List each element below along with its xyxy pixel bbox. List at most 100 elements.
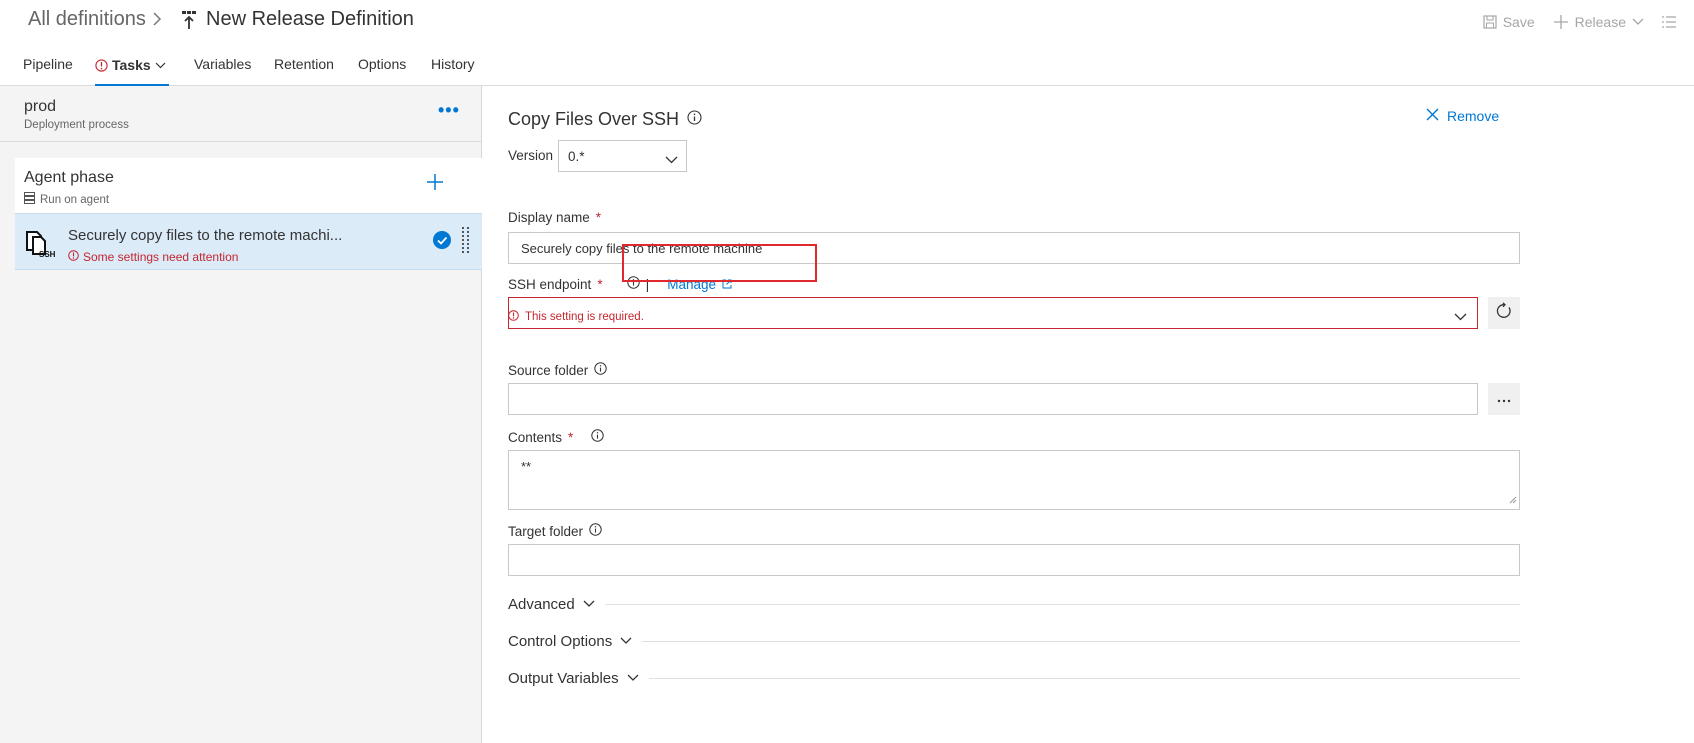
ssh-endpoint-select[interactable] — [508, 297, 1478, 329]
tab-pipeline[interactable]: Pipeline — [23, 56, 73, 86]
release-definition-icon — [180, 10, 198, 30]
refresh-button[interactable] — [1488, 297, 1520, 329]
chevron-down-icon — [627, 674, 639, 682]
tab-bar: Pipeline Tasks Variables Retention Optio… — [0, 44, 1694, 86]
tab-tasks[interactable]: Tasks — [95, 56, 169, 86]
drag-handle-icon[interactable] — [462, 227, 470, 257]
highlight-box — [622, 244, 817, 282]
contents-textarea[interactable]: ** — [508, 450, 1520, 510]
plus-icon — [1553, 14, 1569, 30]
remove-button[interactable]: Remove — [1426, 108, 1499, 124]
save-button[interactable]: Save — [1483, 14, 1535, 30]
required-marker: * — [568, 429, 574, 445]
task-warning-text: Some settings need attention — [83, 250, 239, 264]
stage-name: prod — [24, 98, 57, 115]
section-output-variables[interactable]: Output Variables — [508, 668, 1520, 688]
task-warning: Some settings need attention — [68, 250, 238, 264]
section-control-options[interactable]: Control Options — [508, 631, 1520, 651]
source-folder-input[interactable] — [508, 383, 1478, 415]
target-folder-label-text: Target folder — [508, 523, 584, 539]
section-control-options-label: Control Options — [508, 632, 613, 650]
ssh-copy-icon: SSH — [25, 228, 57, 259]
release-label: Release — [1574, 14, 1626, 30]
tab-pipeline-label: Pipeline — [23, 56, 73, 72]
source-folder-label-text: Source folder — [508, 362, 589, 378]
chevron-down-icon — [155, 56, 166, 72]
tab-variables[interactable]: Variables — [194, 56, 251, 86]
version-label: Version — [508, 148, 554, 163]
tab-variables-label: Variables — [194, 56, 252, 72]
contents-label-row: Contents * — [508, 429, 605, 445]
stage-subtitle: Deployment process — [24, 119, 129, 131]
breadcrumb-separator — [152, 10, 162, 31]
target-folder-label: Target folder — [508, 523, 602, 539]
error-text: This setting is required. — [525, 311, 644, 323]
stage-header[interactable]: prod Deployment process ••• — [0, 86, 481, 142]
task-title: Copy Files Over SSH — [508, 109, 702, 130]
section-output-variables-label: Output Variables — [508, 669, 619, 687]
list-icon — [1662, 16, 1676, 28]
ssh-endpoint-error: This setting is required. — [508, 310, 644, 324]
target-folder-input[interactable] — [508, 544, 1520, 576]
tab-options-label: Options — [358, 56, 407, 72]
tab-retention[interactable]: Retention — [274, 56, 334, 86]
chevron-down-icon — [665, 152, 678, 167]
resize-grip-icon[interactable] — [1509, 492, 1517, 507]
contents-value: ** — [521, 459, 532, 474]
tab-retention-label: Retention — [274, 56, 334, 72]
section-advanced-label: Advanced — [508, 595, 575, 613]
tab-tasks-label: Tasks — [112, 57, 151, 73]
tab-options[interactable]: Options — [358, 56, 406, 86]
chevron-down-icon — [1632, 18, 1644, 26]
refresh-icon — [1495, 301, 1513, 325]
pipeline-task-list: prod Deployment process ••• Agent phase … — [0, 86, 482, 743]
task-item-copy-files-ssh[interactable]: SSH Securely copy files to the remote ma… — [15, 213, 482, 270]
task-name: Securely copy files to the remote machi.… — [68, 227, 343, 244]
ellipsis-icon — [1497, 390, 1511, 408]
version-select[interactable]: 0.* — [558, 140, 687, 172]
chevron-down-icon — [583, 600, 595, 608]
header: All definitions New Release Definition S… — [0, 0, 1694, 44]
save-label: Save — [1502, 14, 1535, 30]
more-options-icon[interactable]: ••• — [438, 100, 460, 121]
display-name-label-text: Display name — [508, 210, 590, 225]
task-editor: Copy Files Over SSH Remove Version 0.* D… — [483, 86, 1694, 743]
server-icon — [24, 192, 35, 207]
phase-subtitle-text: Run on agent — [40, 193, 110, 206]
release-button[interactable]: Release — [1553, 14, 1644, 30]
section-divider — [642, 640, 1520, 642]
tab-history[interactable]: History — [431, 56, 475, 86]
chevron-down-icon — [620, 637, 632, 645]
info-icon[interactable] — [594, 362, 607, 378]
enabled-check-icon[interactable] — [433, 231, 451, 249]
required-marker: * — [597, 276, 603, 292]
info-icon[interactable] — [589, 523, 602, 539]
section-divider — [648, 677, 1520, 679]
agent-phase[interactable]: Agent phase Run on agent — [15, 158, 482, 214]
tab-history-label: History — [431, 56, 475, 72]
warning-icon — [95, 59, 108, 75]
phase-subtitle: Run on agent — [24, 192, 109, 207]
chevron-down-icon — [1454, 309, 1467, 324]
info-icon[interactable] — [687, 109, 702, 130]
display-name-label: Display name * — [508, 210, 601, 225]
phase-name: Agent phase — [24, 169, 114, 186]
svg-text:SSH: SSH — [39, 250, 56, 258]
save-icon — [1483, 15, 1497, 29]
plus-icon — [427, 174, 443, 190]
remove-label: Remove — [1447, 108, 1500, 124]
required-marker: * — [595, 210, 602, 225]
browse-button[interactable] — [1488, 383, 1520, 415]
contents-label-text: Contents — [508, 429, 563, 445]
list-menu-button[interactable] — [1662, 16, 1676, 28]
ssh-endpoint-label-text: SSH endpoint — [508, 276, 592, 292]
section-advanced[interactable]: Advanced — [508, 594, 1520, 614]
page-title: New Release Definition — [206, 8, 414, 30]
section-divider — [604, 603, 1520, 605]
error-icon — [508, 310, 519, 324]
error-icon — [68, 250, 79, 264]
version-value: 0.* — [568, 149, 585, 164]
add-task-button[interactable] — [426, 170, 444, 194]
info-icon[interactable] — [591, 429, 605, 445]
breadcrumb-all-definitions[interactable]: All definitions — [28, 8, 146, 31]
